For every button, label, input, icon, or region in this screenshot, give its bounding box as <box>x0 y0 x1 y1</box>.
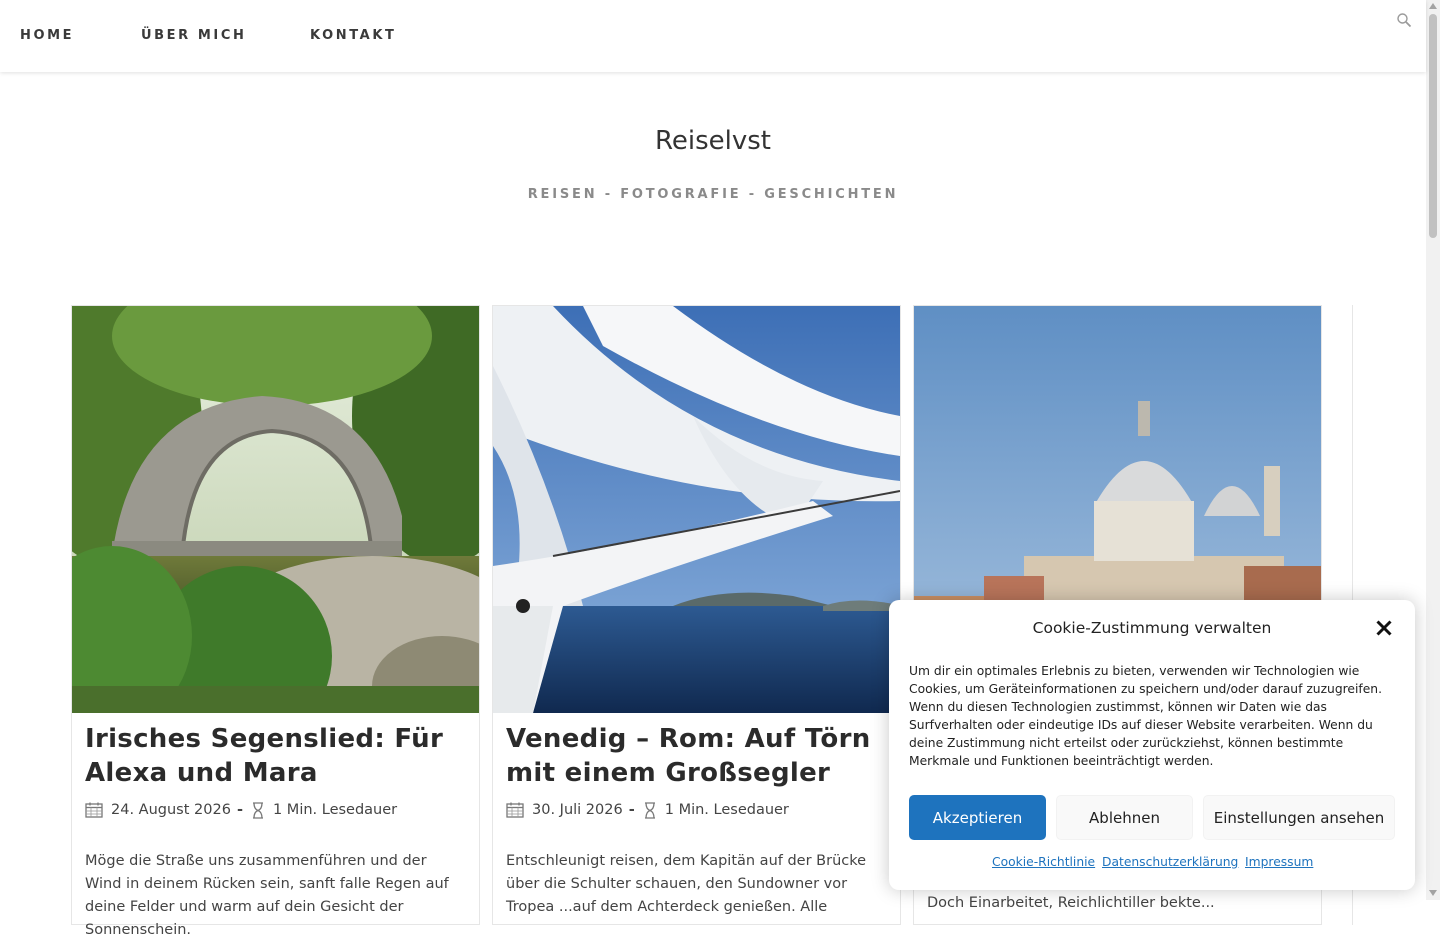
post-meta: 30. Juli 2026 - 1 Min. Lesedauer <box>506 800 789 820</box>
post-date: 30. Juli 2026 <box>532 802 623 818</box>
scroll-thumb[interactable] <box>1429 14 1437 238</box>
hourglass-icon <box>644 801 655 819</box>
hourglass-icon <box>252 801 263 819</box>
privacy-policy-link[interactable]: Datenschutzerklärung <box>1102 855 1238 869</box>
cookie-policy-link[interactable]: Cookie-Richtlinie <box>992 855 1095 869</box>
post-title[interactable]: Venedig – Rom: Auf Törn mit einem Großse… <box>506 722 886 790</box>
cookie-dialog-title: Cookie-Zustimmung verwalten <box>1032 619 1272 637</box>
calendar-icon <box>85 802 103 818</box>
post-meta: 24. August 2026 - 1 Min. Lesedauer <box>85 800 397 820</box>
post-excerpt: Möge die Straße uns zusammenführen und d… <box>85 853 449 938</box>
imprint-link[interactable]: Impressum <box>1245 855 1313 869</box>
page-scrollbar[interactable] <box>1426 0 1440 900</box>
post-thumbnail-stone-bridge[interactable] <box>72 306 479 713</box>
post-read-time: 1 Min. Lesedauer <box>272 802 398 818</box>
post-card: Irisches Segenslied: Für Alexa und Mara … <box>71 305 480 938</box>
search-icon[interactable] <box>1396 12 1412 28</box>
cookie-dialog-text: Um dir ein optimales Erlebnis zu bieten,… <box>909 664 1382 768</box>
post-read-time: 1 Min. Lesedauer <box>664 802 789 818</box>
scroll-up-arrow-icon[interactable] <box>1429 3 1437 9</box>
post-excerpt: Entschleunigt reisen, dem Kapitän auf de… <box>506 853 867 915</box>
top-navigation: HOME ÜBER MICH KONTAKT <box>0 0 1426 72</box>
post-title[interactable]: Irisches Segenslied: Für Alexa und Mara <box>85 722 465 790</box>
site-title[interactable]: Reiselvst <box>0 126 1426 156</box>
view-settings-button[interactable]: Einstellungen ansehen <box>1203 795 1395 840</box>
site-tagline: REISEN - FOTOGRAFIE - GESCHICHTEN <box>527 187 899 202</box>
post-date: 24. August 2026 <box>111 802 231 818</box>
meta-separator: - <box>236 802 243 818</box>
nav-contact-link[interactable]: KONTAKT <box>310 28 396 43</box>
post-card: Venedig – Rom: Auf Törn mit einem Großse… <box>492 305 901 925</box>
nav-about-link[interactable]: ÜBER MICH <box>141 28 246 43</box>
close-icon[interactable] <box>1375 619 1393 637</box>
cookie-consent-dialog: Cookie-Zustimmung verwalten Um dir ein o… <box>889 600 1415 890</box>
post-excerpt: Doch Einarbeitet, Reichlichtiller bekte.… <box>927 895 1215 911</box>
post-thumbnail-sailing-ship[interactable] <box>493 306 900 713</box>
calendar-icon <box>506 802 524 818</box>
scroll-down-arrow-icon[interactable] <box>1429 890 1437 896</box>
accept-button[interactable]: Akzeptieren <box>909 795 1046 840</box>
meta-separator: - <box>628 802 635 818</box>
deny-button[interactable]: Ablehnen <box>1056 795 1193 840</box>
nav-home-link[interactable]: HOME <box>20 28 74 43</box>
